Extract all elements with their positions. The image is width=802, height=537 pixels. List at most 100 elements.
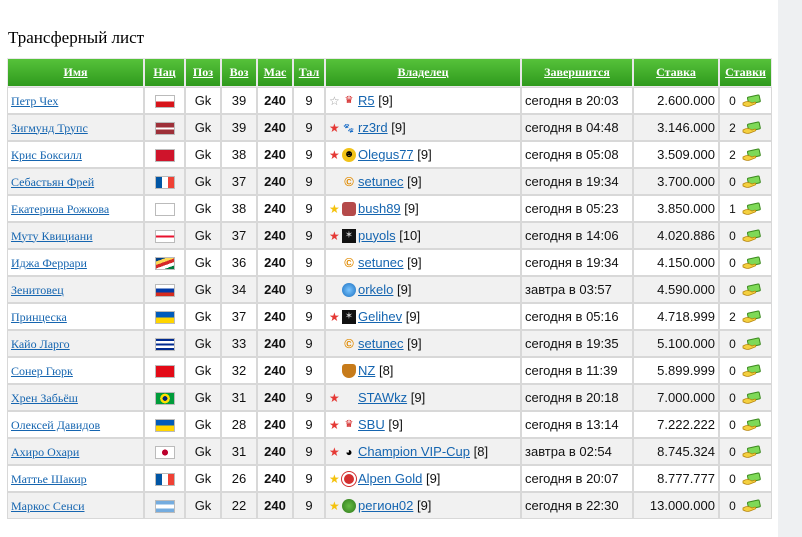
owner-cell: ★ регион02 [9] [325,492,521,519]
owner-link[interactable]: регион02 [358,498,413,513]
age-cell: 22 [221,492,257,519]
bid-cell: 7.000.000 [633,384,719,411]
owner-link[interactable]: R5 [358,93,375,108]
owner-link[interactable]: setunec [358,336,404,351]
player-name-link[interactable]: Ахиро Охари [11,445,79,459]
col-header-bid[interactable]: Ставка [633,58,719,87]
player-name-link[interactable]: Маттье Шакир [11,472,87,486]
owner-link[interactable]: Alpen Gold [358,471,422,486]
player-name-cell: Муту Квициани [7,222,144,249]
player-name-link[interactable]: Олексей Давидов [11,418,100,432]
player-name-link[interactable]: Крис Боксилл [11,148,82,162]
make-bid-icon[interactable] [742,202,762,216]
position-cell: Gk [185,249,221,276]
bid-count: 0 [729,255,736,270]
owner-level: [9] [378,92,393,108]
owner-link[interactable]: orkelo [358,282,393,297]
czech-flag-icon [154,95,175,109]
make-bid-icon[interactable] [742,148,762,162]
col-header-age[interactable]: Воз [221,58,257,87]
player-name-link[interactable]: Петр Чех [11,94,58,108]
make-bid-icon[interactable] [742,283,762,297]
team-logo-icon [342,499,356,514]
bid-cell: 13.000.000 [633,492,719,519]
make-bid-icon[interactable] [742,175,762,189]
nationality-cell [144,114,185,141]
player-name-link[interactable]: Маркос Сенси [11,499,85,513]
table-row: Ахиро Охари Gk 31 240 9 ★ ◕ Champion VIP-Cup [8… [7,438,772,465]
france-flag-icon [154,176,175,190]
make-bid-icon[interactable] [742,121,762,135]
col-header-name[interactable]: Имя [7,58,144,87]
star-icon: ★ [329,499,340,514]
col-header-bids[interactable]: Ставки [719,58,772,87]
owner-link[interactable]: bush89 [358,201,401,216]
owner-level: [8] [378,362,394,378]
owner-link[interactable]: Olegus77 [358,147,414,162]
bid-cell: 3.850.000 [633,195,719,222]
team-logo-icon [342,472,356,487]
owner-link[interactable]: rz3rd [358,120,388,135]
bids-cell: 2 [719,114,772,141]
col-header-mas[interactable]: Мас [257,58,293,87]
ends-cell: сегодня в 04:48 [521,114,633,141]
make-bid-icon[interactable] [742,391,762,405]
ends-cell: сегодня в 20:18 [521,384,633,411]
player-name-link[interactable]: Сонер Гюрк [11,364,73,378]
owner-link[interactable]: SBU [358,417,385,432]
owner-link[interactable]: puyols [358,228,396,243]
mas-cell: 240 [257,222,293,249]
col-header-pos[interactable]: Поз [185,58,221,87]
col-header-ends[interactable]: Завершится [521,58,633,87]
player-name-link[interactable]: Себастьян Фрей [11,175,94,189]
player-name-link[interactable]: Принцеска [11,310,67,324]
star-icon: ☆ [329,94,340,109]
talent-cell: 9 [293,222,325,249]
make-bid-icon[interactable] [742,337,762,351]
make-bid-icon[interactable] [742,229,762,243]
bids-cell: 2 [719,303,772,330]
make-bid-icon[interactable] [742,94,762,108]
team-logo-icon: ☻ [342,148,356,163]
star-icon: ★ [329,202,340,217]
make-bid-icon[interactable] [742,472,762,486]
owner-cell: ☆ ♛ R5 [9] [325,87,521,114]
bid-cell: 5.899.999 [633,357,719,384]
player-name-link[interactable]: Зенитовец [11,283,64,297]
owner-link[interactable]: NZ [358,363,375,378]
team-logo-icon: © [344,174,354,190]
table-row: Олексей Давидов Gk 28 240 9 ★ ♛ SBU [9] сегодня … [7,411,772,438]
make-bid-icon[interactable] [742,445,762,459]
bid-count: 2 [729,147,736,162]
make-bid-icon[interactable] [742,310,762,324]
player-name-link[interactable]: Хрен Забьёш [11,391,78,405]
player-name-link[interactable]: Кайо Ларго [11,337,70,351]
player-name-link[interactable]: Зигмунд Трупс [11,121,88,135]
player-name-link[interactable]: Екатерина Рожкова [11,202,109,216]
make-bid-icon[interactable] [742,256,762,270]
col-header-owner[interactable]: Владелец [325,58,521,87]
owner-level: [9] [407,254,422,270]
bids-cell: 2 [719,141,772,168]
owner-link[interactable]: setunec [358,174,404,189]
owner-link[interactable]: STAWkz [358,390,407,405]
ends-cell: сегодня в 11:39 [521,357,633,384]
nationality-cell [144,465,185,492]
player-name-link[interactable]: Иджа Феррари [11,256,87,270]
owner-cell: orkelo [9] [325,276,521,303]
bid-cell: 3.700.000 [633,168,719,195]
star-icon: ★ [329,445,340,460]
owner-link[interactable]: Champion VIP-Cup [358,444,470,459]
bid-cell: 7.222.222 [633,411,719,438]
owner-link[interactable]: Gelihev [358,309,402,324]
player-name-link[interactable]: Муту Квициани [11,229,93,243]
col-header-tal[interactable]: Тал [293,58,325,87]
bids-cell: 0 [719,384,772,411]
player-name-cell: Маттье Шакир [7,465,144,492]
make-bid-icon[interactable] [742,418,762,432]
owner-link[interactable]: setunec [358,255,404,270]
col-header-nat[interactable]: Нац [144,58,185,87]
make-bid-icon[interactable] [742,364,762,378]
bids-cell: 0 [719,222,772,249]
make-bid-icon[interactable] [742,499,762,513]
